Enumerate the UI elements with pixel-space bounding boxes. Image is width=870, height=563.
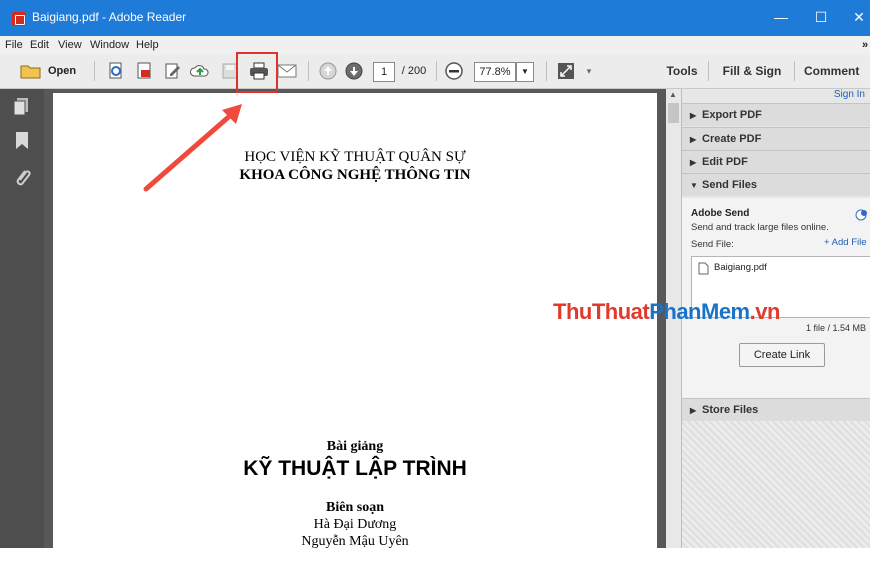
menu-file[interactable]: File — [5, 39, 23, 51]
authors-heading: Biên soạn — [326, 500, 384, 515]
store-files-section[interactable]: ▶ Store Files — [682, 398, 870, 421]
create-link-button[interactable]: Create Link — [739, 343, 825, 367]
toolbar-divider — [436, 61, 437, 81]
sign-in-link[interactable]: Sign In — [834, 89, 865, 100]
watermark-part: .vn — [749, 299, 781, 324]
send-files-section[interactable]: ▼ Send Files — [682, 173, 870, 196]
add-file-link[interactable]: + Add File — [824, 237, 867, 248]
section-label: Edit PDF — [702, 156, 748, 168]
toolbar-divider — [94, 61, 95, 81]
watermark-text: ThuThuatPhanMem.vn — [553, 299, 780, 325]
cloud-upload-icon — [190, 65, 209, 77]
toolbar-customize-icon[interactable]: ▾ — [582, 61, 596, 81]
upload-button[interactable] — [190, 61, 210, 81]
adobe-send-heading: Adobe Send — [691, 208, 750, 219]
menu-bar: File Edit View Window Help » — [0, 36, 870, 56]
chevron-right-icon: ▶ — [690, 111, 697, 120]
zoom-dropdown-button[interactable]: ▼ — [516, 62, 534, 82]
send-file-label: Send File: — [691, 239, 734, 250]
arrow-down-circle-icon — [345, 62, 363, 80]
author-name: Hà Đại Dương — [313, 517, 397, 532]
send-files-panel: Adobe Send Send and track large files on… — [682, 198, 870, 398]
title-bar: Baigiang.pdf - Adobe Reader — ☐ ✕ — [0, 0, 870, 36]
create-pdf-section[interactable]: ▶ Create PDF — [682, 127, 870, 150]
zoom-out-button[interactable] — [444, 61, 464, 81]
bookmarks-icon[interactable] — [12, 131, 32, 151]
edit-pdf-section[interactable]: ▶ Edit PDF — [682, 150, 870, 173]
minus-circle-icon — [445, 62, 463, 80]
edit-document-icon — [165, 63, 180, 79]
page-number-input[interactable]: 1 — [373, 62, 395, 82]
document-title: KỸ THUẬT LẬP TRÌNH — [243, 457, 467, 480]
close-button[interactable]: ✕ — [846, 6, 870, 28]
watermark-part: ThuThuat — [553, 299, 650, 324]
document-type: Bài giảng — [326, 439, 384, 454]
tools-pane-button[interactable]: Tools — [662, 61, 702, 81]
page-thumbnails-icon[interactable] — [12, 97, 32, 117]
window-title: Baigiang.pdf - Adobe Reader — [32, 10, 187, 24]
document-refresh-icon — [109, 62, 122, 79]
total-pages: / 200 — [401, 65, 427, 77]
section-label: Create PDF — [702, 133, 762, 145]
toolbar-divider — [308, 61, 309, 81]
section-label: Store Files — [702, 404, 759, 416]
fit-page-button[interactable] — [556, 61, 576, 81]
chevron-right-icon: ▶ — [690, 406, 697, 415]
file-list-item[interactable]: Baigiang.pdf — [714, 262, 767, 273]
email-button[interactable] — [276, 61, 298, 81]
chevron-down-icon: ▼ — [521, 67, 529, 76]
toolbar-divider — [546, 61, 547, 81]
empty-pane-area — [682, 421, 870, 548]
file-icon — [698, 262, 709, 275]
fill-sign-pane-button[interactable]: Fill & Sign — [718, 61, 786, 81]
adobe-reader-icon — [12, 12, 26, 26]
scrollbar-thumb[interactable] — [668, 103, 679, 123]
print-highlight-box — [236, 52, 278, 93]
folder-icon — [20, 65, 41, 79]
zoom-level-input[interactable]: 77.8% — [474, 62, 516, 82]
comment-pane-button[interactable]: Comment — [804, 61, 870, 81]
scroll-up-arrow-icon[interactable]: ▲ — [669, 90, 677, 99]
maximize-button[interactable]: ☐ — [808, 6, 834, 28]
open-label: Open — [48, 65, 77, 77]
toolbar-divider — [794, 61, 795, 81]
pdf-page: HỌC VIỆN KỸ THUẬT QUÂN SỰ KHOA CÔNG NGHỆ… — [53, 93, 657, 563]
institution-heading: HỌC VIỆN KỸ THUẬT QUÂN SỰ — [244, 149, 466, 165]
chevron-right-icon: ▶ — [690, 158, 697, 167]
arrow-up-circle-icon — [319, 62, 337, 80]
chevron-right-icon: ▶ — [690, 135, 697, 144]
menu-view[interactable]: View — [58, 39, 82, 51]
previous-page-button[interactable] — [318, 61, 338, 81]
toolbar: Open 1 / 200 77.8% ▼ ▾ Tools Fill & Sign… — [0, 55, 870, 89]
chevron-down-icon: ▼ — [690, 181, 698, 190]
minimize-button[interactable]: — — [768, 6, 794, 28]
attachments-paperclip-icon[interactable] — [12, 167, 32, 189]
menu-edit[interactable]: Edit — [30, 39, 49, 51]
expand-icon — [558, 63, 574, 79]
menu-overflow-icon[interactable]: » — [862, 39, 868, 51]
file-summary: 1 file / 1.54 MB — [806, 323, 867, 333]
toolbar-divider — [708, 61, 709, 81]
section-label: Export PDF — [702, 109, 762, 121]
open-button[interactable]: Open — [20, 61, 80, 81]
section-label: Send Files — [702, 179, 758, 191]
watermark-part: PhanMem — [649, 299, 750, 324]
pdf-file-icon — [137, 62, 151, 79]
adobe-send-description: Send and track large files online. — [691, 222, 829, 233]
create-pdf-from-file-button[interactable] — [134, 61, 154, 81]
envelope-icon — [277, 64, 297, 78]
menu-help[interactable]: Help — [136, 39, 159, 51]
send-options-icon[interactable] — [855, 208, 869, 222]
faculty-heading: KHOA CÔNG NGHỆ THÔNG TIN — [239, 167, 471, 183]
create-pdf-button[interactable] — [106, 61, 126, 81]
edit-button[interactable] — [162, 61, 182, 81]
menu-window[interactable]: Window — [90, 39, 129, 51]
export-pdf-section[interactable]: ▶ Export PDF — [682, 103, 870, 126]
next-page-button[interactable] — [344, 61, 364, 81]
navigation-pane — [0, 89, 44, 548]
